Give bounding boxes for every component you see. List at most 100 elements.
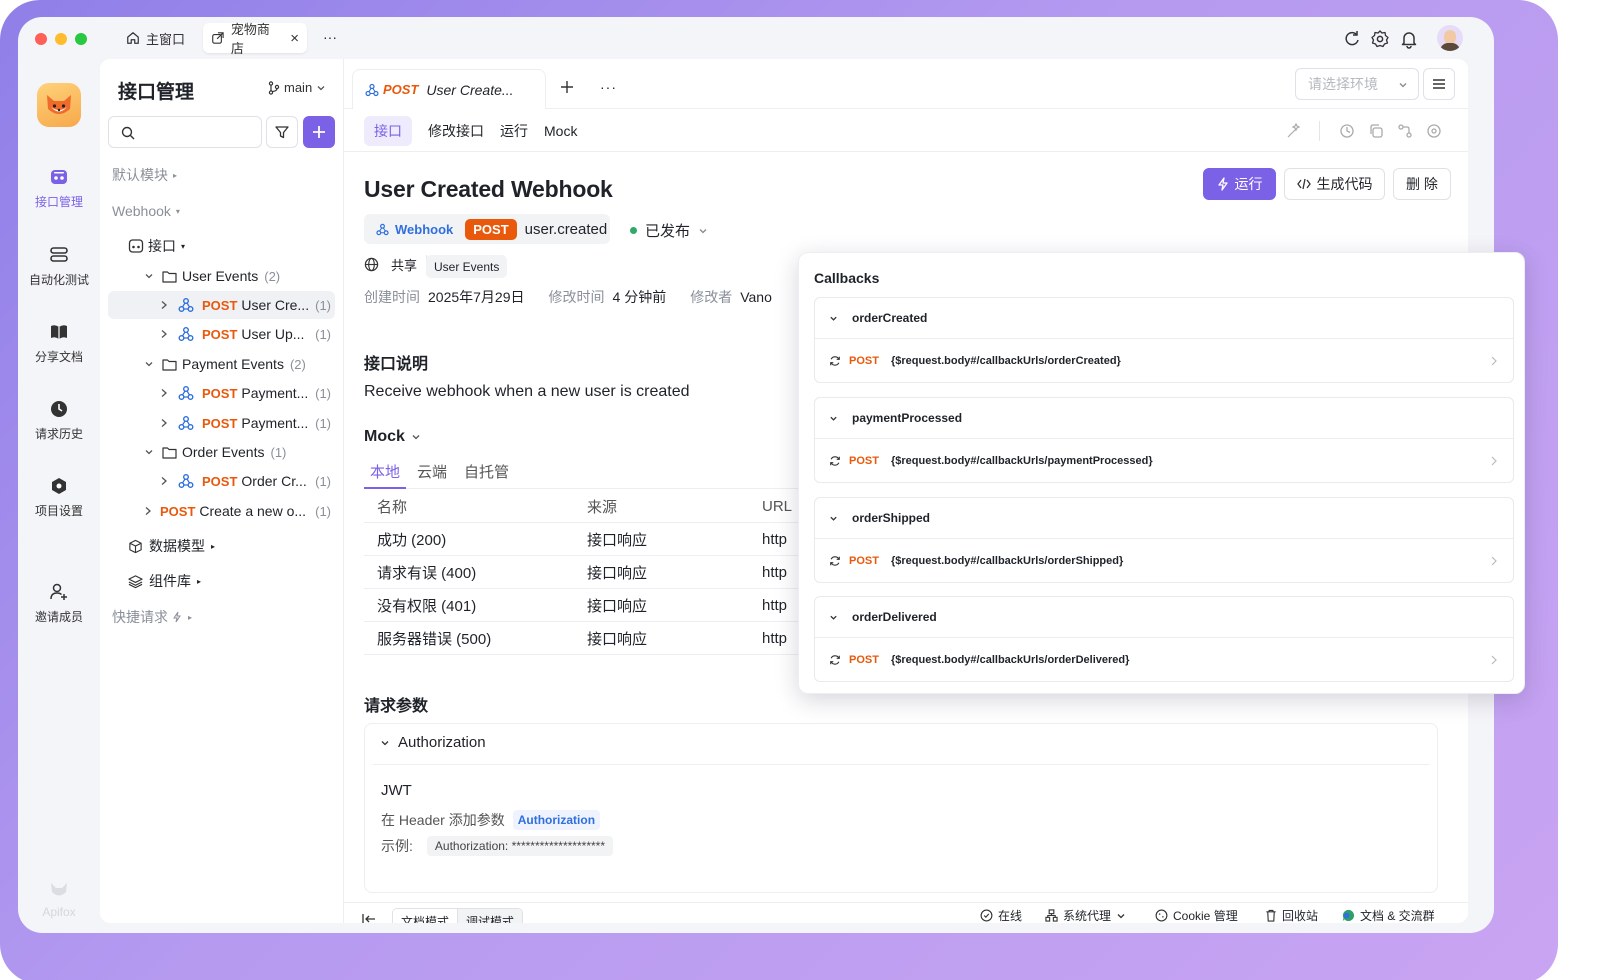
tree-item-user-created[interactable]: POST User Cre... (1) xyxy=(108,291,335,319)
callback-header[interactable]: orderDelivered xyxy=(815,597,1513,638)
callback-header[interactable]: orderCreated xyxy=(815,298,1513,339)
tree-folder[interactable]: Payment Events (2) xyxy=(108,350,335,378)
code-icon xyxy=(1296,178,1311,190)
tab-mock[interactable]: Mock xyxy=(544,123,577,139)
sidebar-title: 接口管理 xyxy=(118,82,195,103)
apifox-logo-icon xyxy=(51,883,67,896)
magic-icon[interactable] xyxy=(1286,123,1302,139)
generate-code-button[interactable]: 生成代码 xyxy=(1284,168,1385,200)
more-tabs-icon[interactable]: ··· xyxy=(323,29,337,45)
chevron-down-icon xyxy=(145,450,153,455)
rail-item-history[interactable]: 请求历史 xyxy=(18,399,100,442)
minimize-window-button[interactable] xyxy=(55,33,67,45)
mock-heading[interactable]: Mock xyxy=(364,428,421,446)
rail-item-project-settings[interactable]: 项目设置 xyxy=(18,476,100,519)
chevron-down-icon xyxy=(699,228,707,233)
branch-selector[interactable]: main xyxy=(268,80,326,95)
cookie-manager[interactable]: Cookie 管理 xyxy=(1155,907,1238,924)
collapse-sidebar-icon[interactable] xyxy=(362,913,376,923)
layers-icon xyxy=(128,574,143,588)
online-status[interactable]: 在线 xyxy=(980,907,1022,924)
callback-row[interactable]: POST {$request.body#/callbackUrls/orderC… xyxy=(815,339,1513,382)
filter-button[interactable] xyxy=(266,116,298,148)
settings-icon[interactable] xyxy=(1426,123,1442,139)
tab-mock-local[interactable]: 本地 xyxy=(370,461,400,482)
close-window-button[interactable] xyxy=(35,33,47,45)
more-tabs-icon[interactable]: ··· xyxy=(600,79,617,95)
status-select[interactable]: 已发布 xyxy=(630,220,708,241)
callback-header[interactable]: orderShipped xyxy=(815,498,1513,539)
tree-folder[interactable]: Order Events (1) xyxy=(108,438,335,466)
close-tab-icon[interactable]: × xyxy=(290,30,299,47)
table-row[interactable]: 请求有误 (400) 接口响应 http xyxy=(364,556,824,589)
table-row[interactable]: 成功 (200) 接口响应 http xyxy=(364,523,824,556)
callback-row[interactable]: POST {$request.body#/callbackUrls/orderD… xyxy=(815,638,1513,681)
environment-menu-button[interactable] xyxy=(1423,68,1455,100)
rail-item-api[interactable]: 接口管理 xyxy=(18,167,100,210)
auth-toggle[interactable]: Authorization xyxy=(380,734,486,751)
rail-item-invite[interactable]: 邀请成员 xyxy=(18,582,100,625)
rail-item-share-docs[interactable]: 分享文档 xyxy=(18,322,100,365)
share-flow-icon[interactable] xyxy=(1397,123,1413,139)
table-row[interactable]: 服务器错误 (500) 接口响应 http xyxy=(364,622,824,655)
home-icon xyxy=(127,32,139,44)
tree-item-user-updated[interactable]: POST User Up... (1) xyxy=(108,320,335,348)
tree-item-create-order[interactable]: POST Create a new o... (1) xyxy=(108,497,335,525)
run-button[interactable]: 运行 xyxy=(1203,168,1276,200)
chevron-down-icon xyxy=(830,516,837,521)
auth-header-info: 在 Header 添加参数 Authorization xyxy=(381,810,601,830)
refresh-icon[interactable] xyxy=(1342,29,1362,49)
bell-icon[interactable] xyxy=(1399,29,1419,49)
tree-webhook[interactable]: Webhook ▾ xyxy=(108,197,335,225)
tab-pet-store[interactable]: 宠物商店 × xyxy=(203,22,307,56)
maximize-window-button[interactable] xyxy=(75,33,87,45)
tree-api-folder[interactable]: 接口 ▾ xyxy=(108,232,335,260)
description-heading: 接口说明 xyxy=(364,356,429,373)
add-user-icon xyxy=(50,583,67,600)
copy-icon[interactable] xyxy=(1368,123,1384,139)
search-input[interactable] xyxy=(108,116,262,148)
add-button[interactable] xyxy=(303,116,335,148)
book-icon xyxy=(51,325,67,339)
tab-api[interactable]: 接口 xyxy=(364,116,412,146)
folder-icon xyxy=(162,358,177,371)
avatar[interactable] xyxy=(1437,25,1463,51)
doc-mode-button[interactable]: 文档模式 xyxy=(393,909,459,923)
callback-row[interactable]: POST {$request.body#/callbackUrls/orderS… xyxy=(815,539,1513,582)
table-row[interactable]: 没有权限 (401) 接口响应 http xyxy=(364,589,824,622)
callback-header[interactable]: paymentProcessed xyxy=(815,398,1513,439)
tag-badge[interactable]: User Events xyxy=(426,255,508,278)
tree-item-payment-2[interactable]: POST Payment... (1) xyxy=(108,409,335,437)
tab-mock-cloud[interactable]: 云端 xyxy=(417,461,447,482)
tab-edit-api[interactable]: 修改接口 xyxy=(428,121,484,141)
tab-mock-selfhosted[interactable]: 自托管 xyxy=(464,461,509,482)
tree-components[interactable]: 组件库 ▸ xyxy=(108,567,335,595)
settings-hex-icon xyxy=(52,478,66,494)
environment-select[interactable]: 请选择环境 xyxy=(1295,68,1419,100)
tree-quick-requests[interactable]: 快捷请求 ▸ xyxy=(108,603,335,631)
debug-mode-button[interactable]: 调试模式 xyxy=(458,909,523,923)
history-icon[interactable] xyxy=(1339,123,1355,139)
rail-item-automation[interactable]: 自动化测试 xyxy=(18,245,100,288)
gear-icon[interactable] xyxy=(1370,29,1390,49)
tree-folder[interactable]: User Events (2) xyxy=(108,262,335,290)
check-circle-icon xyxy=(980,909,993,922)
tree-item-order-created[interactable]: POST Order Cr... (1) xyxy=(108,467,335,495)
trash-bin[interactable]: 回收站 xyxy=(1265,907,1318,924)
chevron-right-icon xyxy=(161,389,167,397)
lightning-icon xyxy=(1217,177,1228,191)
docs-community[interactable]: 文档 & 交流群 xyxy=(1342,907,1435,924)
proxy-select[interactable]: 系统代理 xyxy=(1045,907,1126,924)
callback-row[interactable]: POST {$request.body#/callbackUrls/paymen… xyxy=(815,439,1513,482)
editor-tab-active[interactable]: POST User Create... xyxy=(352,69,546,109)
tree-data-models[interactable]: 数据模型 ▸ xyxy=(108,532,335,560)
chevron-right-icon xyxy=(1491,556,1497,565)
chevron-right-icon xyxy=(1491,356,1497,365)
tree-item-payment-1[interactable]: POST Payment... (1) xyxy=(108,379,335,407)
tree-default-module[interactable]: 默认模块 ▸ xyxy=(108,161,335,189)
automation-icon xyxy=(50,247,68,262)
new-tab-icon[interactable] xyxy=(559,79,575,95)
tab-main-window[interactable]: 主窗口 xyxy=(118,23,193,53)
delete-button[interactable]: 删 除 xyxy=(1393,168,1451,200)
tab-run[interactable]: 运行 xyxy=(500,121,528,141)
